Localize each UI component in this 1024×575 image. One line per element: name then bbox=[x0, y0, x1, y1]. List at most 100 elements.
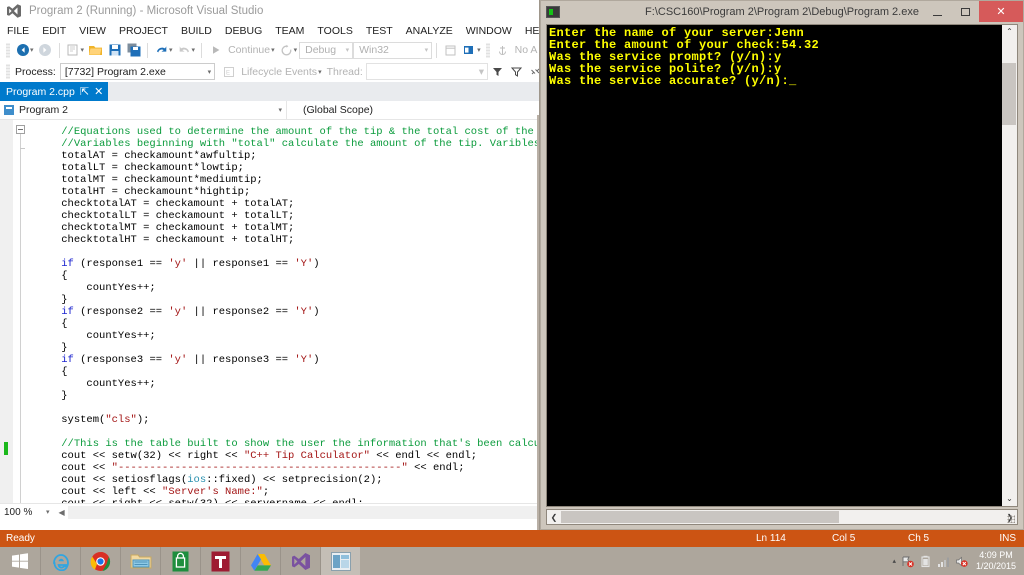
menu-tools[interactable]: TOOLS bbox=[317, 25, 352, 37]
menu-team[interactable]: TEAM bbox=[275, 25, 304, 37]
code-text-area[interactable]: //Equations used to determine the amount… bbox=[30, 120, 545, 503]
filter-icon[interactable] bbox=[488, 62, 507, 81]
lifecycle-dropdown-icon[interactable]: ▾ bbox=[318, 68, 322, 76]
clock[interactable]: 4:09 PM 1/20/2015 bbox=[973, 550, 1020, 572]
screen: Program 2 (Running) - Microsoft Visual S… bbox=[0, 0, 1024, 575]
save-all-icon[interactable] bbox=[124, 41, 143, 60]
taskbar-item-google-chrome[interactable] bbox=[80, 547, 120, 575]
taskbar-item-console-window[interactable] bbox=[320, 547, 360, 575]
close-icon[interactable]: ✕ bbox=[979, 1, 1023, 22]
lifecycle-events-label[interactable]: Lifecycle Events bbox=[241, 66, 317, 78]
solution-configuration-dropdown[interactable]: Debug ▾ bbox=[299, 42, 353, 59]
play-continue-icon[interactable] bbox=[206, 41, 225, 60]
solution-platform-dropdown[interactable]: Win32 ▾ bbox=[353, 42, 432, 59]
anchor-icon[interactable] bbox=[493, 41, 512, 60]
save-icon[interactable] bbox=[105, 41, 124, 60]
undo-dropdown-icon[interactable]: ▾ bbox=[169, 46, 173, 54]
menu-view[interactable]: VIEW bbox=[79, 25, 106, 37]
signal-icon[interactable] bbox=[937, 555, 950, 568]
scroll-left-icon[interactable]: ◀ bbox=[59, 508, 65, 517]
thread-dropdown[interactable]: ▾ bbox=[366, 63, 488, 80]
scope-dropdown[interactable]: (Global Scope) bbox=[287, 104, 545, 116]
menu-window[interactable]: WINDOW bbox=[466, 25, 512, 37]
code-editor[interactable]: //Equations used to determine the amount… bbox=[0, 120, 545, 503]
code-line: system("cls"); bbox=[36, 414, 545, 426]
vs-menu-bar[interactable]: FILE EDIT VIEW PROJECT BUILD DEBUG TEAM … bbox=[0, 22, 545, 39]
navigate-forward-icon[interactable] bbox=[36, 41, 55, 60]
horizontal-scrollbar[interactable] bbox=[68, 506, 543, 519]
code-line: checktotalMT = checkamount + totalMT; bbox=[36, 222, 545, 234]
lifecycle-events-icon[interactable]: E bbox=[219, 62, 238, 81]
zoom-level[interactable]: 100 % bbox=[0, 507, 46, 518]
console-vertical-scrollbar[interactable]: ⌃ ⌄ bbox=[1001, 25, 1017, 506]
scroll-left-icon[interactable]: ❮ bbox=[547, 513, 561, 522]
continue-dropdown-icon[interactable]: ▾ bbox=[271, 46, 275, 54]
tab-program2-cpp[interactable]: Program 2.cpp ⇱ ✕ bbox=[0, 82, 108, 101]
console-horizontal-scrollbar[interactable]: ❮ ❯ bbox=[546, 509, 1018, 525]
close-icon[interactable]: ✕ bbox=[94, 85, 103, 98]
taskbar-item-visual-studio[interactable] bbox=[280, 547, 320, 575]
battery-icon[interactable] bbox=[919, 555, 932, 568]
menu-test[interactable]: TEST bbox=[366, 25, 393, 37]
code-line: { bbox=[36, 270, 545, 282]
code-line: totalHT = checkamount*hightip; bbox=[36, 186, 545, 198]
toolbar-grip[interactable] bbox=[6, 43, 10, 58]
maximize-icon[interactable] bbox=[951, 1, 979, 22]
menu-analyze[interactable]: ANALYZE bbox=[406, 25, 453, 37]
chevron-down-icon[interactable]: ▾ bbox=[46, 508, 50, 516]
scroll-up-icon[interactable]: ⌃ bbox=[1006, 25, 1013, 39]
show-hidden-icons-icon[interactable]: ▴ bbox=[892, 557, 896, 565]
taskbar-item-t-app[interactable] bbox=[200, 547, 240, 575]
windows-start-icon[interactable] bbox=[0, 547, 40, 575]
continue-button-label[interactable]: Continue bbox=[228, 44, 270, 56]
new-project-dropdown-icon[interactable]: ▾ bbox=[81, 46, 85, 54]
chevron-down-icon: ▾ bbox=[346, 46, 350, 54]
scroll-down-icon[interactable]: ⌄ bbox=[1006, 492, 1013, 506]
menu-project[interactable]: PROJECT bbox=[119, 25, 168, 37]
toolbar-grip[interactable] bbox=[486, 43, 490, 58]
process-dropdown[interactable]: [7732] Program 2.exe ▾ bbox=[60, 63, 215, 80]
vs-debug-location-toolbar: Process: [7732] Program 2.exe ▾ E Lifecy… bbox=[0, 61, 545, 82]
vertical-scroll-thumb[interactable] bbox=[1002, 63, 1016, 125]
collapse-outline-icon[interactable] bbox=[16, 125, 25, 134]
console-title-bar[interactable]: F:\CSC160\Program 2\Program 2\Debug\Prog… bbox=[541, 1, 1023, 23]
menu-file[interactable]: FILE bbox=[7, 25, 29, 37]
navigate-backward-dropdown-icon[interactable]: ▾ bbox=[30, 46, 34, 54]
taskbar-item-file-explorer[interactable] bbox=[120, 547, 160, 575]
new-window-icon[interactable] bbox=[441, 41, 460, 60]
code-line: cout << setw(32) << right << "C++ Tip Ca… bbox=[36, 450, 545, 462]
project-dropdown[interactable]: Program 2 ▾ bbox=[0, 101, 287, 120]
outline-end-tick bbox=[20, 148, 25, 149]
redo-dropdown-icon[interactable]: ▾ bbox=[192, 46, 196, 54]
system-tray: ▴ 4:09 PM 1/20/2015 bbox=[892, 547, 1024, 575]
code-line: countYes++; bbox=[36, 330, 545, 342]
network-error-icon[interactable] bbox=[901, 555, 914, 568]
console-output-area[interactable]: Enter the name of your server:Jenn Enter… bbox=[546, 24, 1018, 507]
menu-build[interactable]: BUILD bbox=[181, 25, 212, 37]
open-file-icon[interactable] bbox=[86, 41, 105, 60]
clock-time: 4:09 PM bbox=[976, 550, 1016, 561]
taskbar-item-internet-explorer[interactable] bbox=[40, 547, 80, 575]
minimize-icon[interactable] bbox=[923, 1, 951, 22]
clear-filter-icon[interactable] bbox=[507, 62, 526, 81]
restart-dropdown-icon[interactable]: ▾ bbox=[294, 46, 298, 54]
internet-explorer-icon bbox=[50, 551, 72, 571]
resize-grip[interactable] bbox=[1007, 515, 1015, 523]
toolbar-grip[interactable] bbox=[6, 64, 10, 79]
console-window[interactable]: F:\CSC160\Program 2\Program 2\Debug\Prog… bbox=[540, 0, 1024, 530]
outlining-margin[interactable] bbox=[13, 120, 30, 503]
volume-muted-icon[interactable] bbox=[955, 555, 968, 568]
console-text: Enter the name of your server:Jenn Enter… bbox=[547, 25, 1001, 506]
pin-icon[interactable]: ⇱ bbox=[80, 85, 89, 98]
taskbar-item-windows-store[interactable] bbox=[160, 547, 200, 575]
code-line: } bbox=[36, 342, 545, 354]
menu-edit[interactable]: EDIT bbox=[42, 25, 66, 37]
code-line bbox=[36, 402, 545, 414]
code-line: if (response3 == 'y' || response3 == 'Y'… bbox=[36, 354, 545, 366]
vs-status-bar: Ready Ln 114 Col 5 Ch 5 INS bbox=[0, 530, 1024, 547]
horizontal-scroll-thumb[interactable] bbox=[561, 511, 839, 523]
taskbar-item-google-drive[interactable] bbox=[240, 547, 280, 575]
window-layout-dropdown-icon[interactable]: ▾ bbox=[477, 46, 481, 54]
menu-debug[interactable]: DEBUG bbox=[225, 25, 262, 37]
windows-taskbar: ▴ 4:09 PM 1/20/2015 bbox=[0, 547, 1024, 575]
